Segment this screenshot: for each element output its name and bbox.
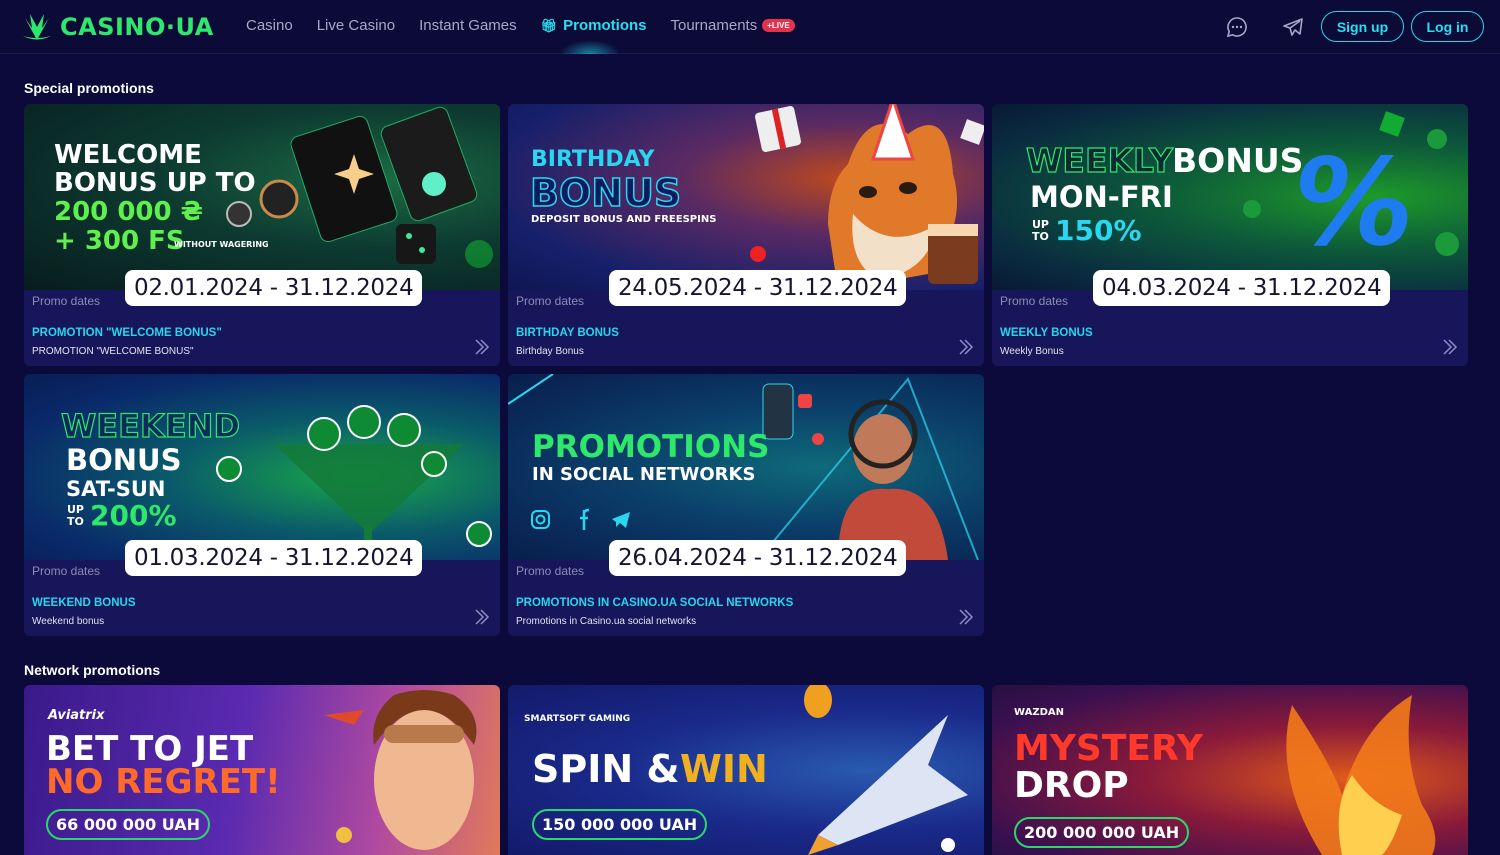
banner-line: BIRTHDAY <box>531 147 655 172</box>
promo-dates-label: Promo dates <box>32 294 101 308</box>
promo-date-range: 26.04.2024 - 31.12.2024 <box>609 540 907 576</box>
chevron-right-icon[interactable] <box>474 608 490 626</box>
live-badge: +LIVE <box>762 19 795 32</box>
svg-text:%: % <box>1283 134 1423 273</box>
promo-subtitle: Weekly Bonus <box>1000 346 1064 357</box>
promo-title: PROMOTIONS IN CASINO.UA SOCIAL NETWORKS <box>516 597 794 609</box>
promo-dates-label: Promo dates <box>516 294 585 308</box>
promo-title: WEEKEND BONUS <box>32 597 136 609</box>
promo-banner-weekend: WEEKEND BONUS SAT-SUN UP TO 200% <box>24 374 500 560</box>
brand-name: WAZDAN <box>1014 707 1064 718</box>
network-promotions-title: Network promotions <box>24 662 161 678</box>
promo-banner-welcome: WELCOME BONUS UP TO 200 000 ₴ + 300 FS W… <box>24 104 500 290</box>
top-header: CASINO·UA Casino Live Casino Instant Gam… <box>0 0 1500 54</box>
nav-instant-games[interactable]: Instant Games <box>419 17 517 34</box>
promo-date-range: 02.01.2024 - 31.12.2024 <box>125 270 423 306</box>
promo-date-range: 01.03.2024 - 31.12.2024 <box>125 540 423 576</box>
prize-amount: 200 000 000 UAH <box>1014 817 1190 848</box>
promo-banner-birthday: BIRTHDAY BONUS DEPOSIT BONUS AND FREESPI… <box>508 104 984 290</box>
sign-up-button[interactable]: Sign up <box>1321 11 1404 42</box>
chevron-right-icon[interactable] <box>1442 338 1458 356</box>
banner-line: BONUS UP TO <box>54 168 256 198</box>
promo-date-range: 04.03.2024 - 31.12.2024 <box>1093 270 1391 306</box>
brand-name: Aviatrix <box>48 708 105 723</box>
chat-icon[interactable] <box>1225 15 1249 39</box>
banner-line: 150% <box>1055 214 1142 247</box>
banner-line: WIN <box>680 747 768 791</box>
chevron-right-icon[interactable] <box>474 338 490 356</box>
promo-dates-label: Promo dates <box>32 564 101 578</box>
banner-line: WELCOME <box>54 140 202 170</box>
brand-name: SMARTSOFT GAMING <box>524 714 631 724</box>
banner-line: BONUS <box>66 443 182 477</box>
banner-up: UP <box>67 503 84 516</box>
banner-line: IN SOCIAL NETWORKS <box>532 464 756 485</box>
chevron-right-icon[interactable] <box>958 338 974 356</box>
banner-small: DEPOSIT BONUS AND FREESPINS <box>531 214 717 225</box>
header-icons <box>1225 15 1305 39</box>
banner-line: MON-FRI <box>1030 180 1173 214</box>
logo-text: CASINO·UA <box>60 13 214 41</box>
instagram-icon <box>531 510 550 529</box>
logo-leaf-icon <box>23 14 51 40</box>
banner-line: DROP <box>1014 765 1129 806</box>
network-promo-aviatrix[interactable]: Aviatrix BET TO JET NO REGRET! 66 000 00… <box>24 685 500 855</box>
nav-tournaments-label: Tournaments <box>670 17 758 34</box>
network-promo-spin-win[interactable]: SMARTSOFT GAMING SPIN & WIN 150 000 000 … <box>508 685 984 855</box>
banner-small: WITHOUT WAGERING <box>174 240 269 249</box>
banner-line: 200 000 ₴ <box>54 197 203 227</box>
nav-promotions[interactable]: 🎁︎ Promotions <box>541 17 647 34</box>
promo-card-weekend[interactable]: WEEKEND BONUS SAT-SUN UP TO 200% Promo d… <box>24 374 500 636</box>
banner-line: WEEKLY <box>1025 141 1173 180</box>
banner-line: SAT-SUN <box>66 477 166 501</box>
nav-tournaments[interactable]: Tournaments +LIVE <box>671 17 795 34</box>
special-promotions-title: Special promotions <box>24 80 154 96</box>
promo-title: BIRTHDAY BONUS <box>516 327 619 339</box>
nav-promotions-label: Promotions <box>563 17 647 34</box>
chevron-right-icon[interactable] <box>958 608 974 626</box>
logo[interactable]: CASINO·UA <box>20 10 214 44</box>
log-in-button[interactable]: Log in <box>1411 11 1484 42</box>
promo-dates-label: Promo dates <box>516 564 585 578</box>
facebook-icon <box>580 508 590 530</box>
banner-to: TO <box>1032 230 1049 243</box>
social-icons <box>531 508 630 530</box>
active-tab-glow <box>560 40 620 54</box>
banner-line: 200% <box>90 499 177 532</box>
promo-banner-weekly: % WEEKLY BONUS MON-FRI UP TO 150% <box>992 104 1468 290</box>
promo-date-range: 24.05.2024 - 31.12.2024 <box>609 270 907 306</box>
promo-dates-label: Promo dates <box>1000 294 1069 308</box>
prize-amount: 150 000 000 UAH <box>532 809 708 840</box>
banner-line: MYSTERY <box>1014 728 1203 769</box>
promo-card-social[interactable]: PROMOTIONS IN SOCIAL NETWORKS Promo date… <box>508 374 984 636</box>
promo-subtitle: Promotions in Casino.ua social networks <box>516 616 697 627</box>
promo-subtitle: PROMOTION "WELCOME BONUS" <box>32 346 194 357</box>
banner-line: NO REGRET! <box>46 762 281 802</box>
banner-line: WEEKEND <box>60 407 241 445</box>
network-promo-mystery-drop[interactable]: WAZDAN MYSTERY DROP 200 000 000 UAH <box>992 685 1468 855</box>
prize-amount: 66 000 000 UAH <box>46 809 211 840</box>
banner-up: UP <box>1032 218 1049 231</box>
banner-to: TO <box>67 515 84 528</box>
promo-card-welcome[interactable]: WELCOME BONUS UP TO 200 000 ₴ + 300 FS W… <box>24 104 500 366</box>
banner-line: BONUS <box>529 171 682 215</box>
main-nav: Casino Live Casino Instant Games 🎁︎ Prom… <box>246 17 795 34</box>
banner-line: SPIN & <box>532 747 680 791</box>
banner-line: + 300 FS <box>54 226 185 256</box>
promo-subtitle: Birthday Bonus <box>516 346 584 357</box>
promo-card-birthday[interactable]: BIRTHDAY BONUS DEPOSIT BONUS AND FREESPI… <box>508 104 984 366</box>
banner-line: BONUS <box>1172 141 1304 180</box>
banner-line: PROMOTIONS <box>532 429 770 465</box>
banner-line: BET TO JET <box>46 729 254 769</box>
promo-title: PROMOTION "WELCOME BONUS" <box>32 327 222 339</box>
telegram-icon[interactable] <box>1281 15 1305 39</box>
nav-casino[interactable]: Casino <box>246 17 293 34</box>
promo-card-weekly[interactable]: % WEEKLY BONUS MON-FRI UP TO 150% Promo … <box>992 104 1468 366</box>
promo-banner-social: PROMOTIONS IN SOCIAL NETWORKS <box>508 374 984 560</box>
promo-title: WEEKLY BONUS <box>1000 327 1093 339</box>
promo-subtitle: Weekend bonus <box>32 616 105 627</box>
gift-icon: 🎁︎ <box>540 17 558 33</box>
telegram-icon <box>612 512 630 528</box>
nav-live-casino[interactable]: Live Casino <box>317 17 395 34</box>
